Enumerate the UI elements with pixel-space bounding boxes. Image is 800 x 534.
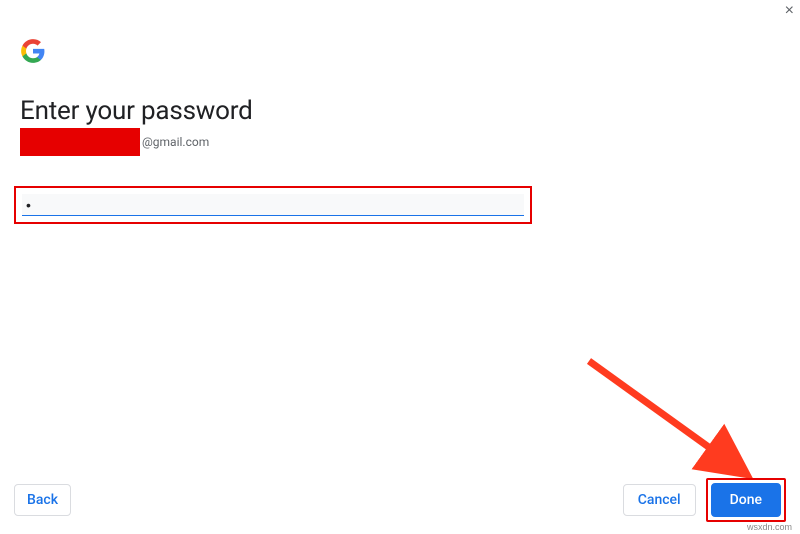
- page-title: Enter your password: [20, 96, 780, 126]
- google-logo-icon: [20, 38, 46, 64]
- main-content: Enter your password @gmail.com: [0, 0, 800, 224]
- password-input[interactable]: [22, 194, 524, 216]
- done-button[interactable]: Done: [711, 483, 781, 517]
- email-domain: @gmail.com: [142, 135, 209, 149]
- cancel-button[interactable]: Cancel: [623, 484, 696, 516]
- annotation-arrow-icon: [584, 356, 764, 486]
- done-button-highlight: Done: [706, 478, 786, 522]
- back-button[interactable]: Back: [14, 484, 71, 516]
- account-email-row: @gmail.com: [20, 128, 780, 156]
- redacted-username: [20, 128, 140, 156]
- watermark-text: wsxdn.com: [747, 522, 792, 532]
- password-field-highlight: [14, 186, 532, 224]
- close-icon[interactable]: ×: [785, 2, 794, 20]
- footer-bar: Back Cancel Done: [14, 478, 786, 522]
- footer-right-group: Cancel Done: [623, 478, 786, 522]
